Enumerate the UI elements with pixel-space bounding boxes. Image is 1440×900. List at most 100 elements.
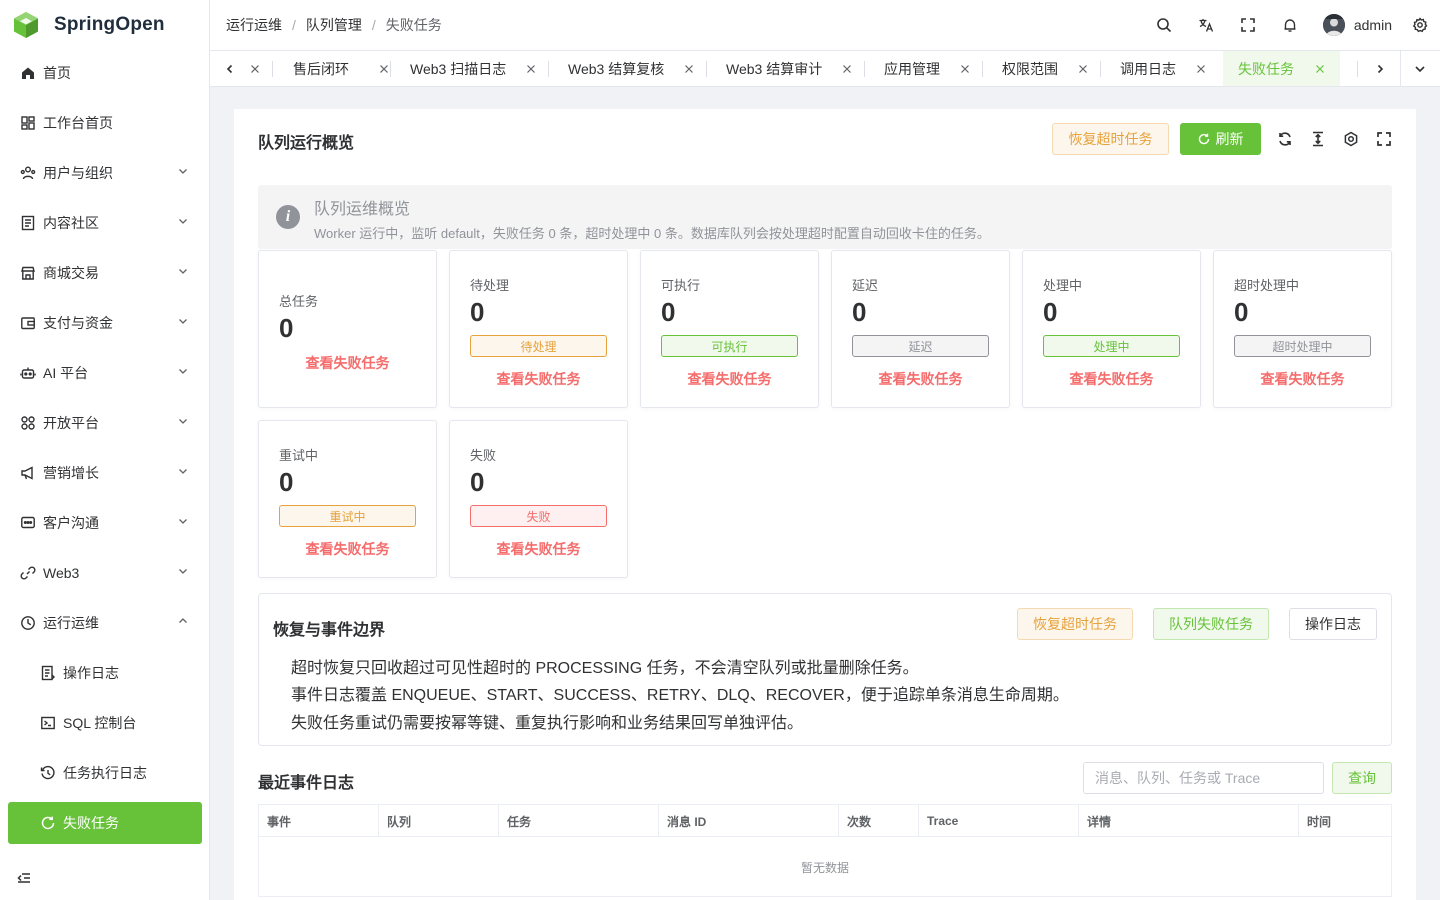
column-header: 次数 <box>839 805 919 837</box>
history-icon <box>40 765 56 781</box>
sidebar-subitem-task-log[interactable]: 任务执行日志 <box>0 751 210 795</box>
close-icon[interactable] <box>526 64 536 74</box>
logo-cube-icon <box>14 12 38 38</box>
tabs-menu-dropdown[interactable] <box>1400 51 1440 86</box>
close-icon[interactable] <box>1196 64 1206 74</box>
operation-log-button[interactable]: 操作日志 <box>1289 608 1377 640</box>
chevron-right-icon <box>1377 64 1384 73</box>
queue-failed-tasks-button[interactable]: 队列失败任务 <box>1153 608 1269 640</box>
close-icon[interactable] <box>1315 64 1325 74</box>
stat-card-delayed: 延迟 0 延迟 查看失败任务 <box>831 250 1010 408</box>
tab-app-management[interactable]: 应用管理 <box>884 51 970 86</box>
chevron-down-icon <box>179 369 187 374</box>
search-icon[interactable] <box>1156 17 1172 33</box>
bell-icon[interactable] <box>1282 17 1298 33</box>
empty-state: 暂无数据 <box>800 860 849 875</box>
sidebar-subitem-failed-tasks[interactable]: 失败任务 <box>8 802 202 844</box>
view-failed-link[interactable]: 查看失败任务 <box>641 369 818 389</box>
sidebar-item-customer[interactable]: 客户沟通 <box>0 501 210 545</box>
sidebar-item-marketing[interactable]: 营销增长 <box>0 451 210 495</box>
event-search-input[interactable] <box>1083 762 1324 794</box>
sidebar-item-web3[interactable]: Web3 <box>0 551 210 595</box>
tab-failed-tasks[interactable]: 失败任务 <box>1223 51 1340 86</box>
tab-separator <box>864 61 865 77</box>
breadcrumb: 运行运维 / 队列管理 / 失败任务 <box>210 15 442 35</box>
fullscreen-icon[interactable] <box>1376 131 1392 147</box>
tab-separator <box>390 61 391 77</box>
column-header: 事件 <box>259 805 379 837</box>
app-name: SpringOpen <box>54 14 165 35</box>
sidebar-item-home[interactable]: 首页 <box>0 51 210 95</box>
sidebar-item-payment[interactable]: 支付与资金 <box>0 301 210 345</box>
close-icon[interactable] <box>250 64 260 74</box>
sidebar-item-label: Web3 <box>43 565 80 581</box>
avatar[interactable] <box>1322 14 1345 36</box>
sidebar-item-label: 失败任务 <box>63 815 119 831</box>
sidebar-subitem-sql[interactable]: SQL 控制台 <box>0 701 210 745</box>
column-height-icon[interactable] <box>1310 131 1326 147</box>
view-failed-link[interactable]: 查看失败任务 <box>259 539 436 559</box>
close-icon[interactable] <box>960 64 970 74</box>
close-icon[interactable] <box>379 64 389 74</box>
breadcrumb-item[interactable]: 队列管理 <box>306 15 362 35</box>
info-alert: i 队列运维概览 Worker 运行中，监听 default，失败任务 0 条，… <box>258 185 1392 249</box>
view-failed-link[interactable]: 查看失败任务 <box>450 369 627 389</box>
sidebar-item-mall[interactable]: 商城交易 <box>0 251 210 295</box>
panel-title: 恢复与事件边界 <box>273 622 386 639</box>
dashboard-icon <box>20 115 36 131</box>
column-header: 时间 <box>1307 814 1332 829</box>
tab-web3-settle-audit[interactable]: Web3 结算审计 <box>726 51 852 86</box>
chevron-up-icon <box>179 618 187 623</box>
sidebar-item-label: 首页 <box>43 65 71 81</box>
refresh-button[interactable]: 刷新 <box>1180 123 1261 155</box>
breadcrumb-item[interactable]: 运行运维 <box>226 15 282 35</box>
sidebar-item-users-org[interactable]: 用户与组织 <box>0 151 210 195</box>
tab-after-sales[interactable]: 售后闭环 <box>293 51 389 86</box>
stat-label: 处理中 <box>1043 278 1083 293</box>
stat-card-failed: 失败 0 失败 查看失败任务 <box>449 420 628 578</box>
stat-card-timeout-processing: 超时处理中 0 超时处理中 查看失败任务 <box>1213 250 1392 408</box>
sidebar-item-workbench[interactable]: 工作台首页 <box>0 101 210 145</box>
view-failed-link[interactable]: 查看失败任务 <box>259 353 436 373</box>
sidebar-subitem-oplog[interactable]: 操作日志 <box>0 651 210 695</box>
sidebar-item-content[interactable]: 内容社区 <box>0 201 210 245</box>
tab-separator <box>272 61 273 77</box>
sync-icon[interactable] <box>1277 131 1293 147</box>
sidebar-item-ai[interactable]: AI 平台 <box>0 351 210 395</box>
translate-icon[interactable] <box>1198 17 1214 33</box>
close-icon[interactable] <box>684 64 694 74</box>
chevron-down-icon <box>179 519 187 524</box>
sidebar-item-ops[interactable]: 运行运维 <box>0 601 210 645</box>
tab-label: 失败任务 <box>1238 60 1294 77</box>
view-failed-link[interactable]: 查看失败任务 <box>1023 369 1200 389</box>
fullscreen-icon[interactable] <box>1240 17 1256 33</box>
tab-call-log[interactable]: 调用日志 <box>1120 51 1206 86</box>
tab-permission-scope[interactable]: 权限范围 <box>1002 51 1088 86</box>
view-failed-link[interactable]: 查看失败任务 <box>832 369 1009 389</box>
sidebar-item-label: 开放平台 <box>43 415 99 431</box>
sidebar-item-open-platform[interactable]: 开放平台 <box>0 401 210 445</box>
tab-label: Web3 结算审计 <box>726 60 823 77</box>
close-icon[interactable] <box>1078 64 1088 74</box>
view-failed-link[interactable]: 查看失败任务 <box>450 539 627 559</box>
breadcrumb-item-current: 失败任务 <box>385 17 442 33</box>
tab-label: 应用管理 <box>884 60 940 77</box>
tab-separator <box>548 61 549 77</box>
tab-web3-settle-review[interactable]: Web3 结算复核 <box>568 51 694 86</box>
logo[interactable]: SpringOpen <box>0 0 209 50</box>
megaphone-icon <box>20 465 36 481</box>
recover-timeout-button[interactable]: 恢复超时任务 <box>1017 608 1133 640</box>
username[interactable]: admin <box>1354 17 1392 33</box>
refresh-icon <box>40 815 56 831</box>
tabs-scroll-right[interactable] <box>1360 51 1400 86</box>
recover-timeout-button[interactable]: 恢复超时任务 <box>1052 123 1169 155</box>
settings-icon[interactable] <box>1343 131 1359 147</box>
collapse-sidebar-icon[interactable] <box>16 870 32 886</box>
tabs-scroll-left[interactable] <box>210 51 250 86</box>
query-button[interactable]: 查询 <box>1332 762 1392 794</box>
view-failed-link[interactable]: 查看失败任务 <box>1214 369 1391 389</box>
tab-separator <box>1357 61 1358 77</box>
close-icon[interactable] <box>842 64 852 74</box>
gear-icon[interactable] <box>1412 17 1428 33</box>
tab-web3-scan-log[interactable]: Web3 扫描日志 <box>410 51 536 86</box>
